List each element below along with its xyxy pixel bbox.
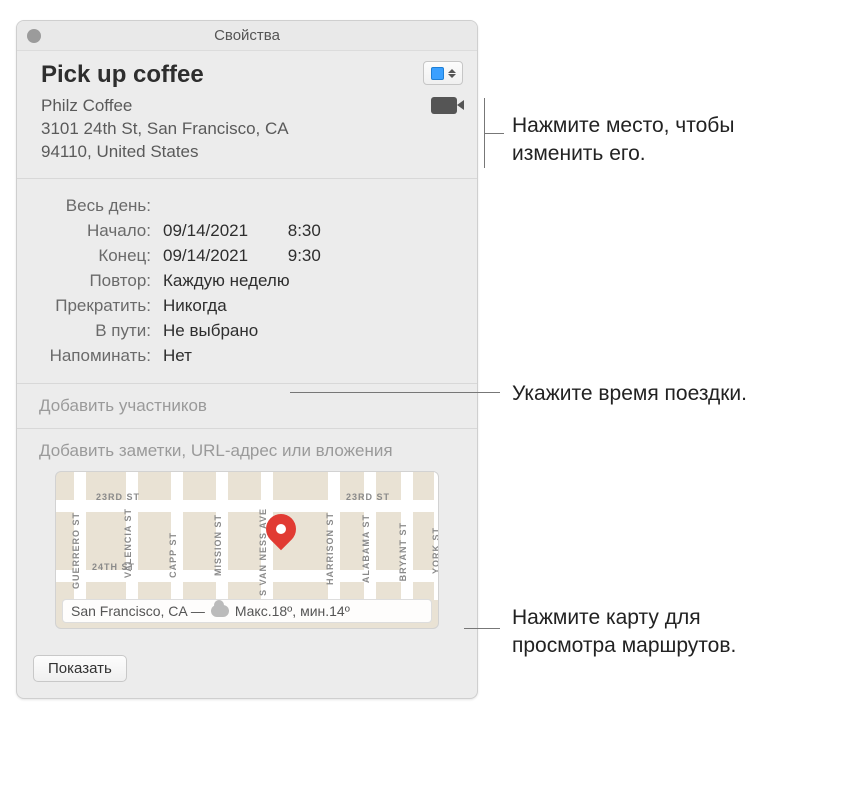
footer: Показать [17, 643, 477, 698]
row-travel: В пути: Не выбрано [35, 321, 459, 341]
row-repeat: Повтор: Каждую неделю [35, 271, 459, 291]
label-stop: Прекратить: [35, 296, 163, 316]
callout-line-map [464, 628, 500, 629]
label-allday: Весь день: [35, 196, 163, 216]
street-guerrero: GUERRERO ST [71, 512, 81, 589]
row-remind: Напоминать: Нет [35, 346, 459, 366]
event-location[interactable]: Philz Coffee 3101 24th St, San Francisco… [41, 95, 371, 164]
value-remind[interactable]: Нет [163, 346, 192, 366]
location-addr-1: 3101 24th St, San Francisco, CA [41, 118, 371, 141]
row-stop: Прекратить: Никогда [35, 296, 459, 316]
titlebar: Свойства [17, 21, 477, 51]
callout-map: Нажмите карту для просмотра маршрутов. [512, 604, 736, 661]
callout-line-travel [290, 392, 500, 393]
value-repeat[interactable]: Каждую неделю [163, 271, 290, 291]
street-23rd-b: 23RD ST [346, 492, 390, 502]
invitees-field[interactable]: Добавить участников [17, 384, 477, 429]
label-travel: В пути: [35, 321, 163, 341]
notes-section: Добавить заметки, URL-адрес или вложения… [17, 429, 477, 643]
show-button[interactable]: Показать [33, 655, 127, 682]
row-start: Начало: 09/14/2021 8:30 [35, 221, 459, 241]
value-start[interactable]: 09/14/2021 8:30 [163, 221, 321, 241]
street-mission: MISSION ST [213, 514, 223, 576]
value-end[interactable]: 09/14/2021 9:30 [163, 246, 321, 266]
label-remind: Напоминать: [35, 346, 163, 366]
row-allday: Весь день: [35, 196, 459, 216]
street-bryant: BRYANT ST [398, 522, 408, 581]
calendar-color-swatch [431, 67, 444, 80]
label-end: Конец: [35, 246, 163, 266]
calendar-picker[interactable] [423, 61, 463, 85]
cloud-icon [211, 605, 229, 617]
value-travel[interactable]: Не выбрано [163, 321, 258, 341]
map-pin-icon [266, 514, 296, 544]
event-header: Pick up coffee Philz Coffee 3101 24th St… [17, 51, 477, 179]
close-icon[interactable] [27, 29, 41, 43]
location-addr-2: 94110, United States [41, 141, 371, 164]
callout-location: Нажмите место, чтобы изменить его. [512, 112, 734, 169]
location-name: Philz Coffee [41, 95, 371, 118]
weather-bar: San Francisco, CA — Макс.18º, мин.14º [62, 599, 432, 623]
street-23rd-a: 23RD ST [96, 492, 140, 502]
event-details: Весь день: Начало: 09/14/2021 8:30 Конец… [17, 179, 477, 384]
label-start: Начало: [35, 221, 163, 241]
event-title[interactable]: Pick up coffee [41, 61, 459, 89]
street-alabama: ALABAMA ST [361, 514, 371, 583]
street-harrison: HARRISON ST [325, 512, 335, 585]
row-end: Конец: 09/14/2021 9:30 [35, 246, 459, 266]
notes-field[interactable]: Добавить заметки, URL-адрес или вложения [39, 441, 455, 461]
event-inspector-window: Свойства Pick up coffee Philz Coffee 310… [16, 20, 478, 699]
label-repeat: Повтор: [35, 271, 163, 291]
callout-line-location [484, 133, 504, 134]
street-valencia: VALENCIA ST [123, 508, 133, 578]
window-title: Свойства [214, 27, 280, 44]
street-york: YORK ST [431, 527, 439, 574]
weather-city: San Francisco, CA — [71, 603, 205, 619]
weather-temp: Макс.18º, мин.14º [235, 603, 350, 619]
map-thumbnail[interactable]: 23RD ST 23RD ST 24TH ST GUERRERO ST VALE… [55, 471, 439, 629]
chevron-updown-icon [448, 66, 456, 80]
value-stop[interactable]: Никогда [163, 296, 227, 316]
callout-travel: Укажите время поездки. [512, 380, 747, 408]
street-capp: CAPP ST [168, 532, 178, 578]
facetime-icon[interactable] [431, 97, 457, 114]
